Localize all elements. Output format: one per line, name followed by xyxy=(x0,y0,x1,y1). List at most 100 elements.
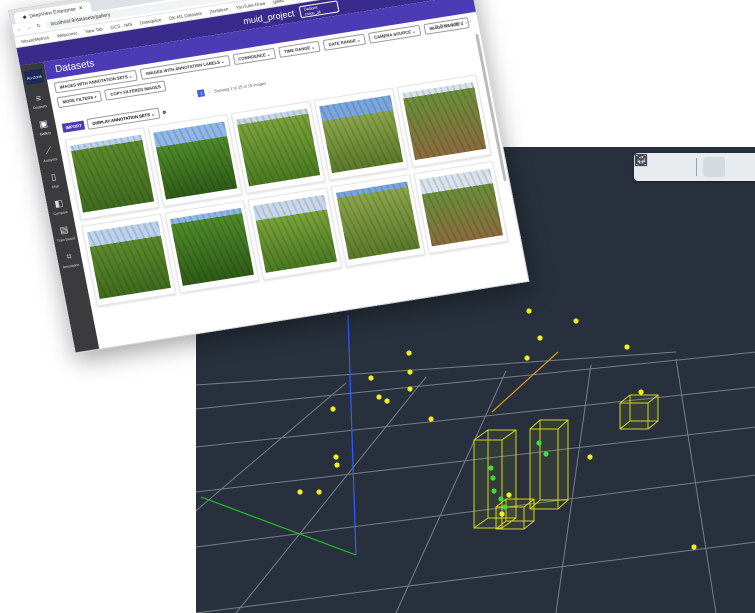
point-marker-in-box xyxy=(490,475,496,481)
back-icon[interactable]: ← xyxy=(16,26,22,33)
gallery-thumbnail[interactable] xyxy=(313,87,409,181)
sidebar-item-annotation[interactable]: ⌗ Annotation xyxy=(60,250,80,270)
import-button[interactable]: IMPORT xyxy=(61,120,86,133)
point-marker xyxy=(638,389,644,395)
point-marker xyxy=(330,406,336,412)
sidebar-item-label: Map xyxy=(51,184,60,190)
point-marker xyxy=(407,386,413,392)
point-marker xyxy=(406,350,412,356)
sidebar-item-label: Train Board xyxy=(56,236,76,244)
bookmark-item[interactable]: GCS - IMS xyxy=(110,21,132,29)
grid-line xyxy=(196,541,755,613)
gallery-thumbnail[interactable] xyxy=(396,74,492,168)
sidebar-item-label: Annotation xyxy=(62,262,80,270)
point-marker xyxy=(316,489,322,495)
z-axis xyxy=(347,314,357,556)
grid-line xyxy=(196,351,677,386)
compare-icon: ◧ xyxy=(53,197,64,209)
grid-line xyxy=(196,351,755,410)
point-marker xyxy=(624,344,630,350)
viewer-toolbar xyxy=(634,153,755,181)
point-marker xyxy=(537,335,543,341)
sidebar-item-label: Compare xyxy=(53,210,69,217)
page-number[interactable]: 1 xyxy=(197,89,206,98)
sidebar-item-train-board[interactable]: ▤ Train Board xyxy=(54,223,76,244)
point-marker-in-box xyxy=(491,488,497,494)
point-marker xyxy=(297,489,303,495)
reload-icon[interactable]: ↻ xyxy=(36,23,41,30)
board-icon: ▤ xyxy=(58,224,70,236)
point-marker-in-box xyxy=(536,440,542,446)
tab-close-icon[interactable]: ✕ xyxy=(78,5,83,12)
bounding-box-3d[interactable] xyxy=(529,419,569,510)
settings-icon[interactable]: ⚙ xyxy=(162,109,167,114)
gallery-thumbnail[interactable] xyxy=(81,213,177,307)
gallery-thumbnail[interactable] xyxy=(164,200,260,294)
annotation-icon: ⌗ xyxy=(65,251,73,262)
gallery-thumbnail[interactable] xyxy=(147,113,243,207)
grid-line xyxy=(235,376,427,613)
gallery-icon: ▣ xyxy=(38,118,49,130)
point-marker-in-box xyxy=(498,496,504,502)
gallery-thumbnail[interactable] xyxy=(330,174,426,268)
prev-page-icon[interactable]: ‹ xyxy=(192,92,194,97)
bookmark-item[interactable]: ZenMesh xyxy=(209,6,228,14)
bookmark-item[interactable]: Webcomic xyxy=(56,30,78,38)
grid-line xyxy=(196,382,347,512)
bookmark-item[interactable]: New Tab xyxy=(85,26,103,34)
point-marker xyxy=(573,318,579,324)
dataset-value: crops_all xyxy=(304,9,321,17)
crop-field-image xyxy=(70,134,155,213)
grid-dots-icon[interactable] xyxy=(635,154,690,177)
sidebar-item-label: Datasets xyxy=(32,104,48,111)
crop-field-image xyxy=(335,181,421,260)
analytics-icon: ⟋ xyxy=(44,144,53,156)
gallery-thumbnail[interactable] xyxy=(230,100,326,194)
sidebar-item-compare[interactable]: ◧ Compare xyxy=(51,197,68,216)
next-page-icon[interactable]: › xyxy=(208,89,210,94)
bookmark-item[interactable]: MouseMetrics xyxy=(21,34,50,43)
x-axis xyxy=(491,351,559,413)
sidebar-item-datasets[interactable]: ≡ Datasets xyxy=(31,92,48,111)
point-marker xyxy=(407,369,413,375)
gallery-thumbnail[interactable] xyxy=(413,160,509,254)
bounding-box-3d[interactable] xyxy=(619,394,659,430)
sidebar-item-map[interactable]: ▯ Map xyxy=(49,171,60,190)
point-marker xyxy=(384,398,390,404)
point-marker xyxy=(506,492,512,498)
box-3d-icon[interactable] xyxy=(636,154,725,177)
company-logo: Au-Zone xyxy=(23,68,45,85)
point-marker xyxy=(334,462,340,468)
bookmark-item[interactable]: gitlab xyxy=(273,0,285,4)
crop-field-image xyxy=(86,220,171,300)
time-range-filter[interactable]: TIME RANGE ⌄ xyxy=(278,40,321,58)
point-marker xyxy=(376,394,382,400)
cube-icon[interactable] xyxy=(635,153,753,177)
gallery-thumbnail[interactable] xyxy=(247,187,343,281)
forward-icon[interactable]: → xyxy=(26,25,32,32)
crop-field-image xyxy=(418,168,504,247)
point-marker xyxy=(526,308,532,314)
sidebar-item-label: Gallery xyxy=(39,130,52,137)
point-marker xyxy=(428,416,434,422)
point-marker-in-box xyxy=(488,465,494,471)
toolbar-divider xyxy=(696,158,697,176)
crop-field-image xyxy=(153,121,238,200)
point-marker-in-box xyxy=(502,504,508,510)
point-marker xyxy=(691,544,697,550)
crop-field-image xyxy=(319,95,404,174)
database-icon: ≡ xyxy=(34,92,42,104)
point-marker xyxy=(524,355,530,361)
crop-field-image xyxy=(402,82,487,161)
tab-favicon-icon: ◆ xyxy=(22,13,28,21)
point-marker xyxy=(333,454,339,460)
sidebar-item-analytics[interactable]: ⟋ Analytics xyxy=(41,144,58,163)
map-icon: ▯ xyxy=(50,171,58,183)
bookmark-item[interactable]: Dataspace xyxy=(139,17,161,25)
sidebar-item-gallery[interactable]: ▣ Gallery xyxy=(37,118,51,136)
gallery-thumbnail[interactable] xyxy=(64,127,160,221)
point-marker xyxy=(368,375,374,381)
crop-field-image xyxy=(236,108,321,187)
point-marker xyxy=(587,454,593,460)
point-marker xyxy=(499,511,505,517)
